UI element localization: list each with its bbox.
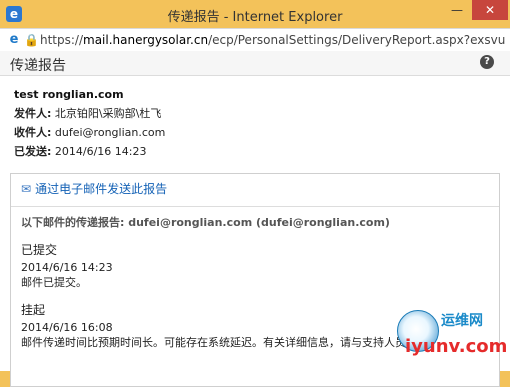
report-entry-submitted: 已提交 2014/6/16 14:23 邮件已提交。 xyxy=(21,243,113,290)
sent-value: 2014/6/16 14:23 xyxy=(54,145,147,158)
entry-detail: 邮件已提交。 xyxy=(21,276,87,289)
entry-time: 2014/6/16 16:08 xyxy=(21,321,113,334)
to-label: 收件人: xyxy=(14,126,52,139)
ie-icon: e xyxy=(9,32,19,47)
site-watermark: 运维网 iyunv.com xyxy=(397,306,507,364)
url-text[interactable]: https://mail.hanergysolar.cn/ecp/Persona… xyxy=(40,32,506,48)
entry-status: 已提交 xyxy=(21,243,58,257)
send-report-link[interactable]: ✉ 通过电子邮件发送此报告 xyxy=(21,180,167,197)
sent-label: 已发送: xyxy=(14,145,52,158)
minimize-button[interactable]: — xyxy=(445,0,469,20)
window-title: 传递报告 - Internet Explorer xyxy=(167,10,343,25)
address-bar[interactable]: e 🔒 https://mail.hanergysolar.cn/ecp/Per… xyxy=(0,28,510,52)
from-value: 北京铂阳\采购部\杜飞 xyxy=(54,107,162,120)
title-bar: e 传递报告 - Internet Explorer — ✕ xyxy=(0,0,510,29)
page-header: 传递报告 ? xyxy=(0,51,510,76)
message-info: test ronglian.com 发件人: 北京铂阳\采购部\杜飞 收件人: … xyxy=(14,85,165,161)
send-report-label: 通过电子邮件发送此报告 xyxy=(35,182,168,196)
entry-detail: 邮件传递时间比预期时间长。可能存在系统延迟。有关详细信息，请与支持人员联系。 xyxy=(21,336,439,349)
lock-icon[interactable]: 🔒 xyxy=(24,32,39,48)
to-row: 收件人: dufei@ronglian.com xyxy=(14,123,165,142)
close-button[interactable]: ✕ xyxy=(472,0,508,20)
url-host: mail.hanergysolar.cn xyxy=(83,33,209,47)
report-header: 以下邮件的传递报告: dufei@ronglian.com (dufei@ron… xyxy=(21,216,390,229)
page-title: 传递报告 xyxy=(10,58,66,74)
message-subject: test ronglian.com xyxy=(14,88,124,101)
watermark-text-cn: 运维网 xyxy=(441,313,483,329)
watermark-text-en: iyunv.com xyxy=(405,336,508,357)
sent-row: 已发送: 2014/6/16 14:23 xyxy=(14,142,165,161)
url-scheme: https:// xyxy=(40,33,84,47)
report-entry-pending: 挂起 2014/6/16 16:08 邮件传递时间比预期时间长。可能存在系统延迟… xyxy=(21,303,439,350)
email-send-icon: ✉ xyxy=(21,182,32,196)
entry-status: 挂起 xyxy=(21,303,46,317)
url-path: /ecp/PersonalSettings/DeliveryReport.asp… xyxy=(208,33,506,47)
from-label: 发件人: xyxy=(14,107,52,120)
entry-time: 2014/6/16 14:23 xyxy=(21,261,113,274)
from-row: 发件人: 北京铂阳\采购部\杜飞 xyxy=(14,104,165,123)
to-value: dufei@ronglian.com xyxy=(54,126,166,139)
help-icon[interactable]: ? xyxy=(480,55,494,69)
